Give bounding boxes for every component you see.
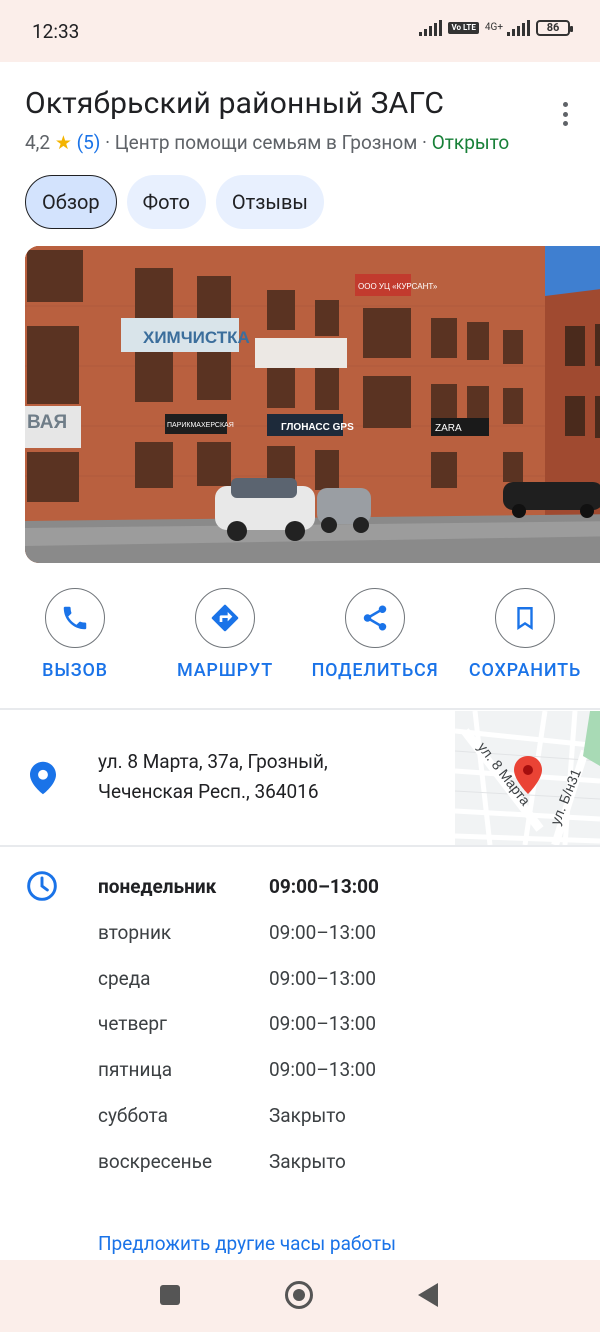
status-bar: 12:33 Vo LTE 4G+ 86 (0, 0, 600, 62)
tab-bar: Обзор Фото Отзывы (25, 175, 324, 229)
battery-level: 86 (546, 21, 560, 34)
place-title: Октябрьский районный ЗАГС (25, 86, 445, 121)
tab-photos[interactable]: Фото (126, 175, 206, 229)
address-line-1: ул. 8 Марта, 37а, Грозный, (98, 750, 328, 773)
place-subline: 4,2 ★ (5) · Центр помощи семьям в Грозно… (25, 131, 509, 154)
hours-time: Закрыто (269, 1104, 346, 1127)
directions-label: МАРШРУТ (177, 660, 273, 681)
directions-icon (211, 604, 239, 632)
home-icon[interactable] (285, 1281, 313, 1309)
battery-icon: 86 (536, 20, 573, 36)
place-category: · Центр помощи семьям в Грозном · (105, 131, 427, 154)
address-text: ул. 8 Марта, 37а, Грозный, Чеченская Рес… (98, 747, 438, 807)
call-button[interactable]: ВЫЗОВ (0, 588, 150, 681)
divider (0, 845, 600, 847)
share-label: ПОДЕЛИТЬСЯ (311, 660, 439, 681)
clock-icon (27, 871, 57, 901)
more-options-icon[interactable] (555, 102, 575, 126)
network-type: 4G+ (484, 22, 503, 33)
hours-day: четверг (98, 1012, 168, 1035)
location-pin-icon (30, 761, 56, 795)
tab-reviews[interactable]: Отзывы (215, 175, 324, 229)
hours-day: воскресенье (98, 1150, 213, 1173)
tab-overview[interactable]: Обзор (25, 175, 117, 229)
hours-day: суббота (98, 1104, 168, 1127)
map-thumbnail[interactable]: ул. 8 Марта ул. Б/н31 (455, 711, 600, 845)
hours-time: 09:00–13:00 (269, 921, 377, 944)
recent-apps-icon[interactable] (160, 1285, 180, 1305)
share-button[interactable]: ПОДЕЛИТЬСЯ (300, 588, 450, 681)
star-icon: ★ (54, 131, 72, 154)
signal-icon-2 (507, 20, 530, 36)
suggest-hours-link[interactable]: Предложить другие часы работы (98, 1232, 396, 1255)
signal-icon (419, 20, 443, 36)
bookmark-icon (517, 607, 533, 630)
hours-time: 09:00–13:00 (269, 1058, 377, 1081)
back-icon[interactable] (418, 1283, 438, 1307)
hours-day: пятница (98, 1058, 173, 1081)
address-row[interactable]: ул. 8 Марта, 37а, Грозный, Чеченская Рес… (0, 711, 600, 845)
phone-icon (63, 606, 87, 630)
address-line-2: Чеченская Респ., 364016 (98, 780, 319, 803)
save-button[interactable]: СОХРАНИТЬ (450, 588, 600, 681)
call-label: ВЫЗОВ (42, 660, 108, 681)
sign-zara: ZARA (435, 423, 462, 434)
status-icons: Vo LTE 4G+ 86 (419, 20, 573, 36)
hours-time: 09:00–13:00 (269, 875, 379, 898)
action-bar: ВЫЗОВ МАРШРУТ ПОДЕЛИТЬСЯ СОХРАНИТЬ (0, 588, 600, 688)
sign-himchistka: ХИМЧИСТКА (143, 328, 250, 347)
building-photo-illustration: ХИМЧИСТКА ООО УЦ «КУРСАНТ» ПАРИКМАХЕРСКА… (25, 246, 600, 563)
sign-barber: ПАРИКМАХЕРСКАЯ (167, 422, 234, 429)
hours-day: вторник (98, 921, 172, 944)
place-photo[interactable]: ХИМЧИСТКА ООО УЦ «КУРСАНТ» ПАРИКМАХЕРСКА… (25, 246, 600, 563)
directions-button[interactable]: МАРШРУТ (150, 588, 300, 681)
sign-vaya: ВАЯ (27, 412, 67, 433)
hours-time: 09:00–13:00 (269, 1012, 377, 1035)
divider (0, 708, 600, 710)
share-icon (363, 605, 387, 631)
hours-time: 09:00–13:00 (269, 967, 377, 990)
hours-day: понедельник (98, 875, 217, 898)
rating-value: 4,2 (25, 131, 51, 154)
save-label: СОХРАНИТЬ (468, 660, 582, 681)
system-nav-bar (0, 1260, 600, 1332)
sign-glonass: ГЛОНАСС GPS (281, 422, 354, 433)
hours-day: среда (98, 967, 151, 990)
map-illustration: ул. 8 Марта ул. Б/н31 (455, 711, 600, 845)
review-count[interactable]: (5) (77, 131, 101, 154)
volte-icon: Vo LTE (448, 22, 479, 34)
open-status: Открыто (431, 131, 510, 154)
sign-kursant: ООО УЦ «КУРСАНТ» (358, 282, 438, 291)
hours-time: Закрыто (269, 1150, 346, 1173)
status-time: 12:33 (32, 20, 80, 43)
